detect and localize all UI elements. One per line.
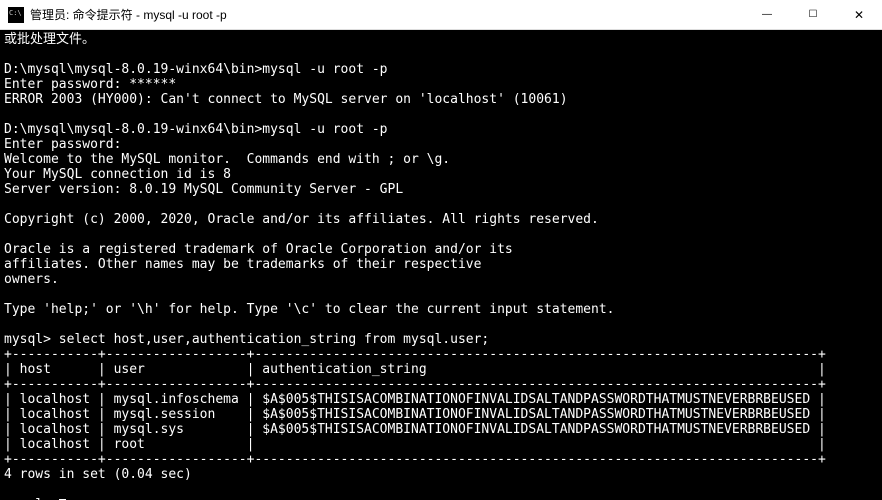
terminal-line: Enter password: (4, 137, 121, 152)
terminal-line: Your MySQL connection id is 8 (4, 167, 231, 182)
table-border: +-----------+------------------+--------… (4, 452, 826, 467)
table-row: | localhost | mysql.sys | $A$005$THISISA… (4, 422, 826, 437)
window-controls: — ☐ ✕ (744, 0, 882, 29)
terminal-line: 或批处理文件。 (4, 32, 95, 47)
cmd-icon (8, 7, 24, 23)
terminal-line: Copyright (c) 2000, 2020, Oracle and/or … (4, 212, 599, 227)
window-title: 管理员: 命令提示符 - mysql -u root -p (30, 6, 744, 23)
terminal-line: D:\mysql\mysql-8.0.19-winx64\bin>mysql -… (4, 122, 388, 137)
terminal-line: mysql> select host,user,authentication_s… (4, 332, 489, 347)
terminal-line: Welcome to the MySQL monitor. Commands e… (4, 152, 450, 167)
table-row: | localhost | mysql.session | $A$005$THI… (4, 407, 826, 422)
table-border: +-----------+------------------+--------… (4, 347, 826, 362)
terminal-line: Oracle is a registered trademark of Orac… (4, 242, 513, 257)
terminal-line: D:\mysql\mysql-8.0.19-winx64\bin>mysql -… (4, 62, 388, 77)
terminal-line: Server version: 8.0.19 MySQL Community S… (4, 182, 403, 197)
table-border: +-----------+------------------+--------… (4, 377, 826, 392)
table-row: | localhost | mysql.infoschema | $A$005$… (4, 392, 826, 407)
terminal-line: ERROR 2003 (HY000): Can't connect to MyS… (4, 92, 568, 107)
maximize-button[interactable]: ☐ (790, 0, 836, 29)
terminal-line: owners. (4, 272, 59, 287)
terminal-output[interactable]: 或批处理文件。 D:\mysql\mysql-8.0.19-winx64\bin… (0, 30, 882, 500)
table-row: | localhost | root | | (4, 437, 826, 452)
terminal-line: 4 rows in set (0.04 sec) (4, 467, 192, 482)
terminal-line: Enter password: ****** (4, 77, 176, 92)
window-titlebar: 管理员: 命令提示符 - mysql -u root -p — ☐ ✕ (0, 0, 882, 30)
table-header: | host | user | authentication_string | (4, 362, 826, 377)
minimize-button[interactable]: — (744, 0, 790, 29)
terminal-line: affiliates. Other names may be trademark… (4, 257, 481, 272)
close-button[interactable]: ✕ (836, 0, 882, 29)
terminal-line: Type 'help;' or '\h' for help. Type '\c'… (4, 302, 614, 317)
